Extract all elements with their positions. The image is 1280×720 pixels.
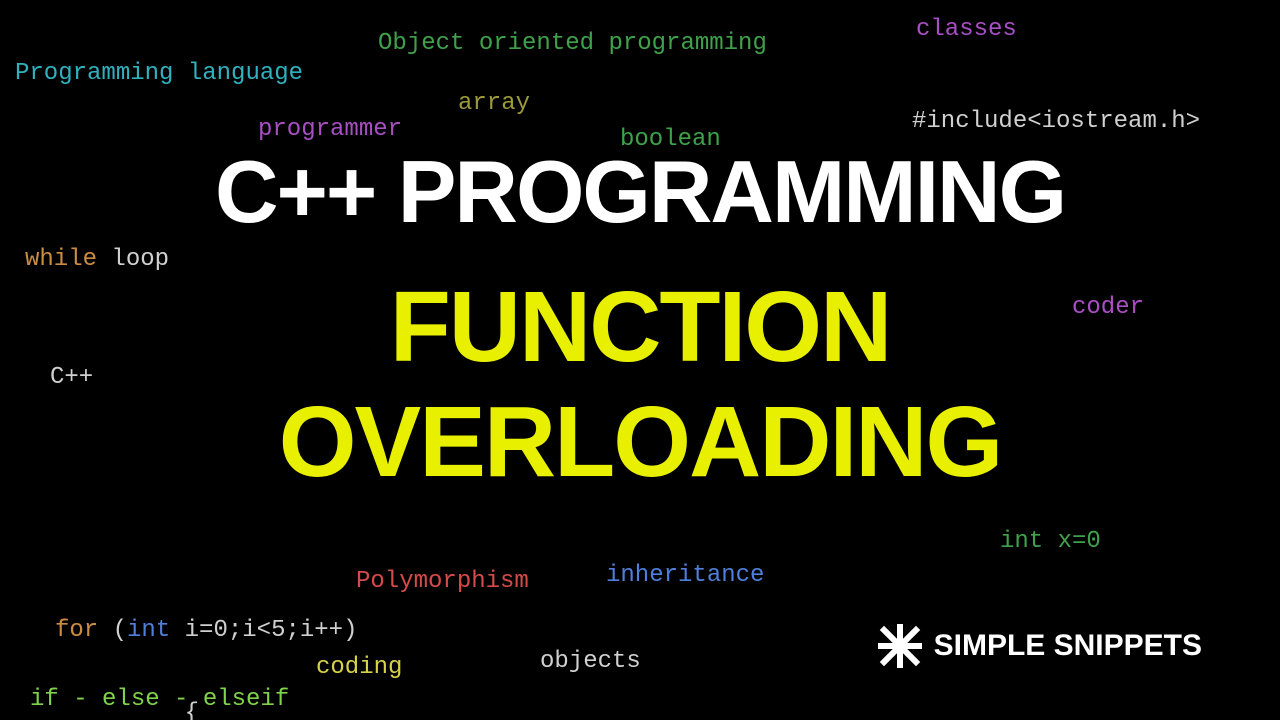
- kw-intx: int x=0: [1000, 530, 1101, 554]
- kw-oop: Object oriented programming: [378, 32, 767, 56]
- brand: SIMPLE SNIPPETS: [878, 624, 1202, 668]
- code-line-2: {: [55, 700, 357, 720]
- kw-include: #include<iostream.h>: [912, 110, 1200, 134]
- kw-objects: objects: [540, 650, 641, 674]
- code-for-loop: for (int i=0;i<5;i++) { }: [55, 562, 357, 720]
- kw-while-loop: while loop: [25, 248, 169, 272]
- brand-text: SIMPLE SNIPPETS: [934, 629, 1202, 663]
- title-line-3: OVERLOADING: [0, 395, 1280, 490]
- kw-array: array: [458, 92, 530, 116]
- brand-logo-icon: [878, 624, 922, 668]
- kw-while: while: [25, 246, 97, 273]
- kw-programming-language: Programming language: [15, 62, 303, 86]
- kw-polymorphism: Polymorphism: [356, 570, 529, 594]
- thumbnail-stage: Programming language Object oriented pro…: [0, 0, 1280, 720]
- kw-loop: loop: [111, 246, 169, 273]
- kw-classes: classes: [916, 18, 1017, 42]
- title-line-1: C++ PROGRAMMING: [0, 150, 1280, 234]
- title-line-2: FUNCTION: [0, 280, 1280, 375]
- kw-programmer: programmer: [258, 118, 402, 142]
- kw-inheritance: inheritance: [606, 564, 764, 588]
- code-line-1: for (int i=0;i<5;i++): [55, 617, 357, 645]
